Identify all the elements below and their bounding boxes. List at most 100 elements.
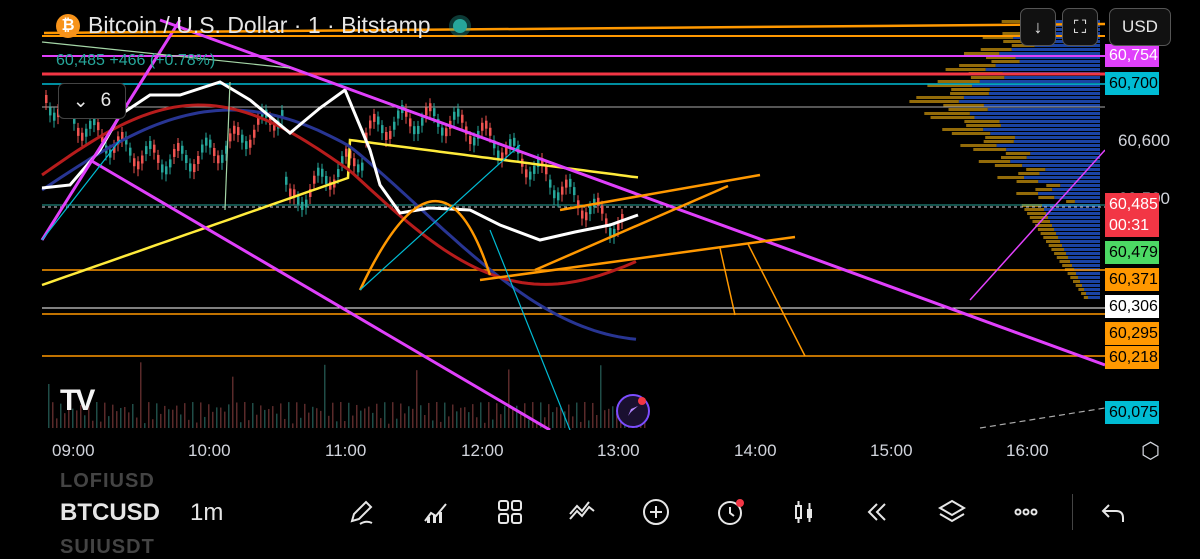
volume-bar [504,405,506,428]
chevron-down-icon: ⌄ [72,90,89,112]
currency-button[interactable]: USD [1109,8,1171,46]
candle-body [533,165,536,174]
volume-bar [380,418,382,428]
cyan-line [359,144,521,291]
volume-profile-bar [958,100,1100,103]
volume-profile-bar [1066,200,1075,203]
symbol-header[interactable]: ₿ Bitcoin / U.S. Dollar · 1 · Bitstamp [56,12,467,39]
volume-bar [472,404,474,428]
candle-body [461,114,464,123]
more-icon[interactable] [1009,495,1043,529]
current-symbol[interactable]: BTCUSD [60,499,160,527]
volume-bar [412,408,414,428]
indicators-icon[interactable] [419,495,453,529]
pencil-icon[interactable] [344,495,378,529]
price-label: 60,371 [1105,268,1159,291]
indicators-count: 6 [100,90,112,111]
time-label: 10:00 [188,441,231,460]
candle-body [561,186,564,195]
volume-profile-bar [1006,148,1100,151]
candle-body [193,164,196,173]
volume-profile-bar [980,48,1012,51]
chart-settings-icon[interactable]: ⬡ [1141,438,1160,464]
volume-profile-bar [1084,288,1100,291]
candle-body [241,134,244,143]
volume-bar [56,418,58,428]
volume-profile-bar [1016,192,1039,195]
volume-profile-bar [1076,272,1100,275]
volume-bar [268,409,270,428]
volume-profile-bar [948,108,988,111]
volume-bar [52,402,54,428]
candle-body [353,158,356,167]
price-label: 60,485 [1105,193,1159,216]
watchlist-prev-symbol[interactable]: LOFIUSD [60,470,155,493]
volume-bar [164,405,166,428]
volume-bar [328,415,330,428]
volume-bar [192,402,194,428]
time-label: 12:00 [461,441,504,460]
price-label: 60,600 [1118,131,1170,150]
candle-body [429,103,432,112]
patterns-icon[interactable] [565,495,599,529]
candles-icon[interactable] [787,495,821,529]
volume-bar [104,402,106,428]
volume-profile-bar [1072,264,1100,267]
volume-profile-bar [1014,136,1100,139]
candle-body [397,110,400,119]
volume-bar [232,376,234,428]
alert-clock-icon[interactable] [713,495,747,529]
indicators-toggle-button[interactable]: ⌄ 6 [58,83,126,119]
volume-bar [428,402,430,428]
candle-body [453,111,456,120]
volume-bar [332,402,334,428]
watchlist-next-symbol[interactable]: SUIUSDT [60,536,155,559]
tradingview-logo: TV [60,384,95,417]
volume-profile-bar [1070,260,1100,263]
fullscreen-button[interactable]: ⛶ [1062,8,1098,46]
grid-icon[interactable] [493,495,527,529]
volume-profile-bar [1074,200,1100,203]
volume-bar [264,409,266,428]
volume-bar [592,402,594,428]
volume-profile-bar [964,52,1000,55]
volume-profile-bar [979,80,1100,83]
undo-icon[interactable] [1096,495,1130,529]
candle-body [77,127,80,136]
candle-body [325,175,328,184]
layers-icon[interactable] [935,495,969,529]
candle-body [609,227,612,236]
interval-button[interactable]: 1m [190,499,223,527]
volume-bar [152,419,154,428]
volume-bar [512,409,514,428]
volume-bar [148,402,150,428]
volume-bar [100,421,102,428]
volume-bar [212,411,214,428]
volume-bar [408,406,410,428]
volume-profile-bar [1048,216,1100,219]
replay-icon[interactable] [860,495,894,529]
candle-body [369,120,372,129]
candle-body [313,175,316,184]
volume-profile-bar [988,92,1100,95]
volume-bar [248,420,250,428]
volume-bar [468,412,470,428]
candle-body [217,155,220,164]
ai-sparkle-icon[interactable] [614,392,652,430]
fullscreen-icon: ⛶ [1073,16,1087,37]
add-icon[interactable] [639,495,673,529]
volume-bar [576,402,578,428]
volume-bar [160,413,162,428]
scroll-down-button[interactable]: ↓ [1020,8,1056,46]
candle-body [129,147,132,156]
volume-profile-bar [1038,180,1100,183]
candle-body [297,196,300,205]
price-label: 60,754 [1105,44,1159,67]
volume-bar [256,414,258,428]
volume-profile-bar [924,112,970,115]
symbol-title[interactable]: Bitcoin / U.S. Dollar · 1 · Bitstamp [88,12,431,39]
candle-body [529,171,532,180]
volume-bar [292,423,294,428]
volume-bar [608,408,610,428]
volume-profile-bar [1054,228,1100,231]
